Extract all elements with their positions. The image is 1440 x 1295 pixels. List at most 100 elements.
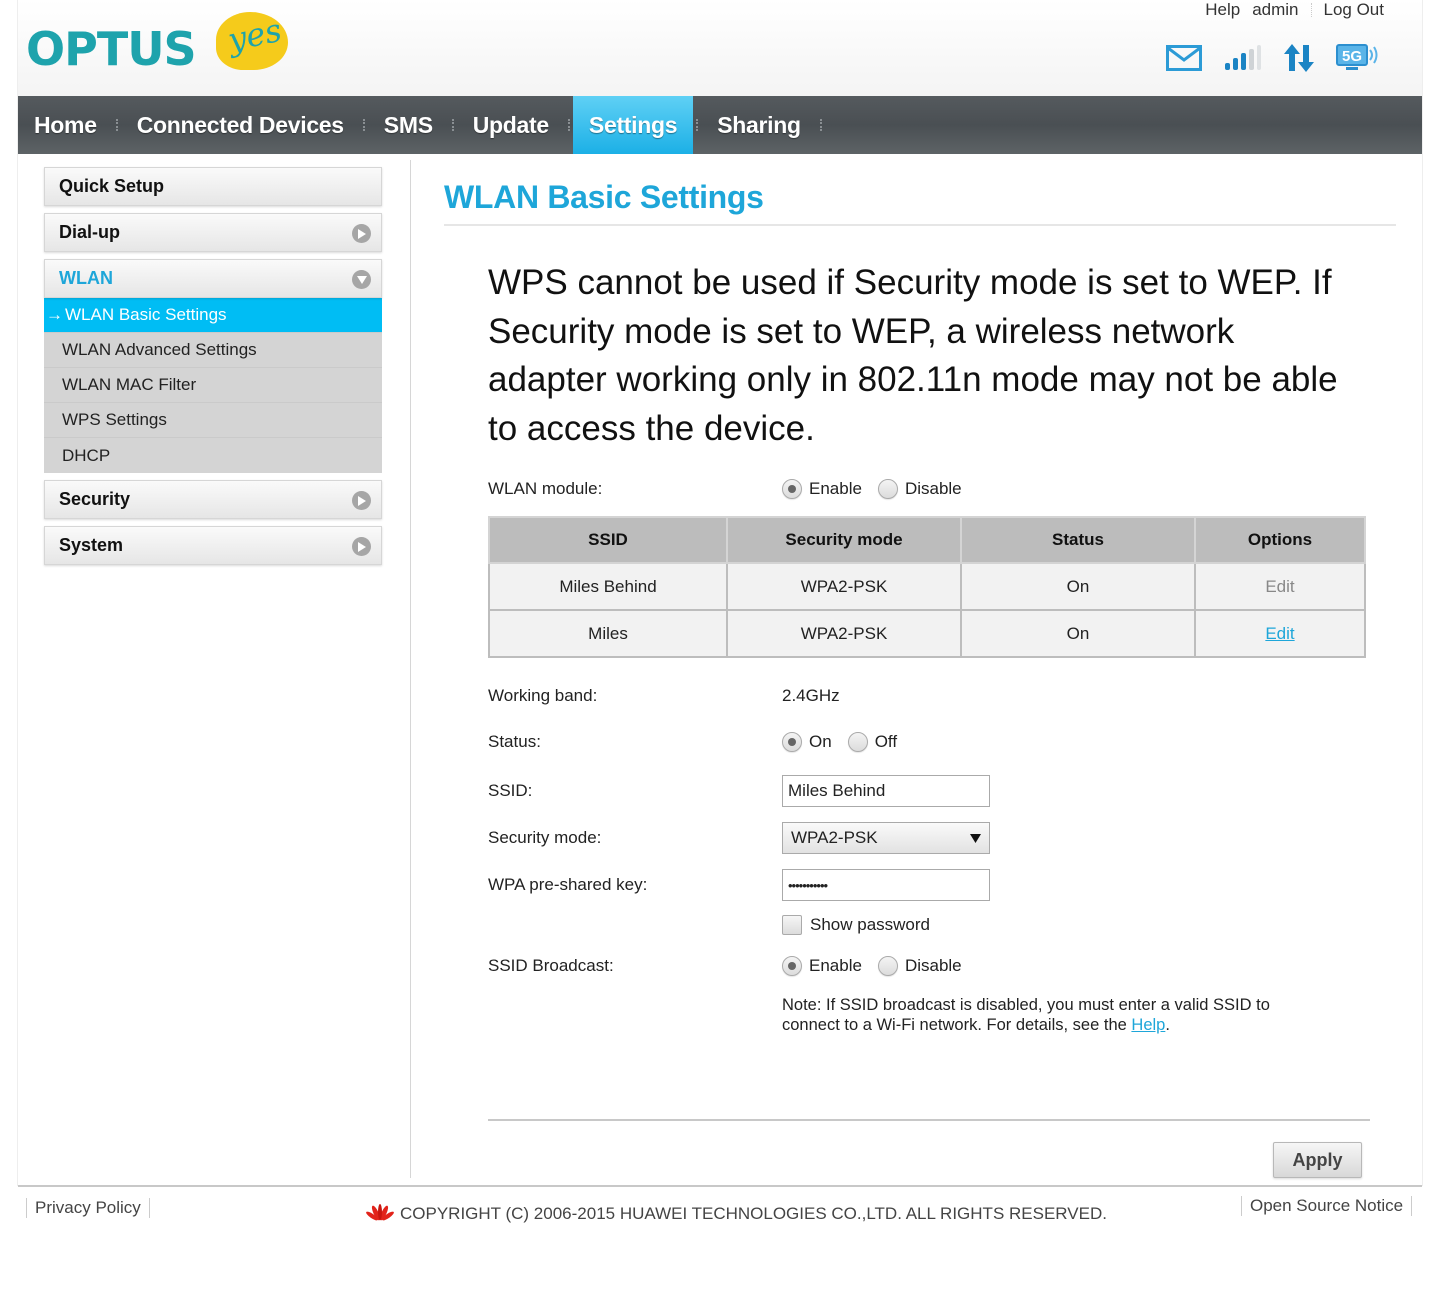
ssid-input[interactable]: Miles Behind xyxy=(782,775,990,807)
column-header-security-mode: Security mode xyxy=(726,516,962,564)
status-off-radio[interactable]: Off xyxy=(847,732,898,752)
sidebar-item-label: DHCP xyxy=(62,445,111,465)
wlan-module-label: WLAN module: xyxy=(488,479,603,498)
sidebar-wlan[interactable]: WLAN xyxy=(44,259,382,298)
radio-label: Enable xyxy=(809,479,862,498)
header: OPTUS yes Help admin Log Out 5G xyxy=(18,0,1422,96)
radio-label: Enable xyxy=(809,956,862,975)
cell-security-mode: WPA2-PSK xyxy=(726,609,962,658)
cell-security-mode: WPA2-PSK xyxy=(726,562,962,611)
column-header-options: Options xyxy=(1194,516,1366,564)
note-suffix: . xyxy=(1165,1016,1170,1034)
wlan-module-enable-radio[interactable]: Enable xyxy=(782,479,862,499)
separator xyxy=(1241,1196,1242,1216)
security-mode-row: Security mode: WPA2-PSK xyxy=(488,822,990,854)
status-on-radio[interactable]: On xyxy=(782,732,832,752)
nav-home[interactable]: Home xyxy=(18,96,113,154)
show-password-checkbox[interactable] xyxy=(782,915,802,935)
vertical-divider xyxy=(410,160,411,1178)
edit-link[interactable]: Edit xyxy=(1265,624,1294,643)
mail-icon[interactable] xyxy=(1166,42,1202,74)
sidebar-item-wps-settings[interactable]: WPS Settings xyxy=(44,403,382,438)
wep-warning: WPS cannot be used if Security mode is s… xyxy=(488,263,1338,448)
cell-options: Edit xyxy=(1194,609,1366,658)
psk-input[interactable]: ••••••••••• xyxy=(782,869,990,901)
radio-label: On xyxy=(809,732,832,751)
cell-ssid: Miles Behind xyxy=(488,562,728,611)
ssid-broadcast-enable-radio[interactable]: Enable xyxy=(782,956,862,976)
chevron-right-icon xyxy=(352,224,371,243)
ssid-broadcast-label: SSID Broadcast: xyxy=(488,956,614,975)
chevron-right-icon xyxy=(352,491,371,510)
copyright: COPYRIGHT (C) 2006-2015 HUAWEI TECHNOLOG… xyxy=(366,1204,1107,1224)
column-header-status: Status xyxy=(960,516,1196,564)
optus-logo: OPTUS yes xyxy=(26,11,288,76)
table-row: Miles Behind WPA2-PSK On Edit xyxy=(488,562,1366,611)
page-title: WLAN Basic Settings xyxy=(444,179,764,215)
ssid-broadcast-note: Note: If SSID broadcast is disabled, you… xyxy=(782,995,1322,1035)
ssid-row: SSID: Miles Behind xyxy=(488,775,990,807)
sidebar-item-wlan-basic-settings[interactable]: → WLAN Basic Settings xyxy=(44,298,382,333)
nav-sms[interactable]: SMS xyxy=(368,96,449,154)
sidebar-item-label: WLAN Advanced Settings xyxy=(62,340,257,359)
nav-sharing[interactable]: Sharing xyxy=(701,96,817,154)
psk-row: WPA pre-shared key: ••••••••••• xyxy=(488,869,990,901)
sidebar-item-label: WLAN MAC Filter xyxy=(62,375,197,394)
nav-separator xyxy=(819,119,822,131)
sidebar-security[interactable]: Security xyxy=(44,480,382,519)
signal-strength-icon xyxy=(1224,42,1262,74)
help-link[interactable]: Help xyxy=(1205,0,1240,20)
huawei-logo-icon xyxy=(366,1204,394,1221)
sidebar-item-wlan-advanced-settings[interactable]: WLAN Advanced Settings xyxy=(44,333,382,368)
show-password-row: Show password xyxy=(488,915,930,935)
security-mode-label: Security mode: xyxy=(488,828,602,847)
nav-separator xyxy=(362,119,365,131)
separator xyxy=(26,1198,27,1218)
sidebar: Quick Setup Dial-up WLAN → WLAN Basic Se… xyxy=(44,167,382,572)
ssid-table: SSID Security mode Status Options Miles … xyxy=(488,516,1366,658)
radio-label: Disable xyxy=(904,479,962,498)
radio-label: Off xyxy=(874,732,898,751)
radio-indicator xyxy=(877,956,898,976)
ssid-broadcast-radio-group: Enable Disable xyxy=(782,956,962,976)
wlan-module-row: WLAN module: Enable Disable xyxy=(488,479,962,499)
nav-update[interactable]: Update xyxy=(457,96,565,154)
radio-indicator xyxy=(782,732,802,752)
sidebar-section-label: Dial-up xyxy=(59,222,120,242)
chevron-down-icon xyxy=(352,270,371,289)
sidebar-quick-setup[interactable]: Quick Setup xyxy=(44,167,382,206)
privacy-policy-link[interactable]: Privacy Policy xyxy=(35,1198,141,1218)
sidebar-item-dhcp[interactable]: DHCP xyxy=(44,438,382,473)
nav-settings[interactable]: Settings xyxy=(572,96,694,154)
ssid-broadcast-disable-radio[interactable]: Disable xyxy=(877,956,962,976)
working-band-label: Working band: xyxy=(488,686,598,705)
footer-open-source: Open Source Notice xyxy=(1233,1196,1420,1216)
data-transfer-icon xyxy=(1284,42,1314,74)
radio-indicator xyxy=(782,956,802,976)
brand-name: OPTUS xyxy=(26,22,197,76)
column-header-ssid: SSID xyxy=(488,516,728,564)
cell-status: On xyxy=(960,609,1196,658)
nav-separator xyxy=(451,119,454,131)
sidebar-section-label: Security xyxy=(59,489,131,509)
dropdown-arrow-icon xyxy=(970,833,981,843)
wlan-module-radio-group: Enable Disable xyxy=(782,479,962,499)
nav-connected-devices[interactable]: Connected Devices xyxy=(121,96,360,154)
wlan-module-disable-radio[interactable]: Disable xyxy=(877,479,962,499)
chevron-right-icon xyxy=(352,537,371,556)
nav-separator xyxy=(696,119,699,131)
sidebar-dial-up[interactable]: Dial-up xyxy=(44,213,382,252)
ssid-label: SSID: xyxy=(488,781,533,800)
sidebar-system[interactable]: System xyxy=(44,526,382,565)
open-source-notice-link[interactable]: Open Source Notice xyxy=(1250,1196,1403,1216)
help-link-inline[interactable]: Help xyxy=(1131,1016,1165,1034)
security-mode-select[interactable]: WPA2-PSK xyxy=(782,822,990,854)
copyright-text: COPYRIGHT (C) 2006-2015 HUAWEI TECHNOLOG… xyxy=(400,1204,1107,1223)
cell-status: On xyxy=(960,562,1196,611)
apply-button[interactable]: Apply xyxy=(1273,1142,1362,1178)
sidebar-item-wlan-mac-filter[interactable]: WLAN MAC Filter xyxy=(44,368,382,403)
table-row: Miles WPA2-PSK On Edit xyxy=(488,609,1366,658)
status-icons: 5G xyxy=(1166,42,1380,74)
logout-link[interactable]: Log Out xyxy=(1324,0,1385,20)
separator xyxy=(148,1198,150,1218)
